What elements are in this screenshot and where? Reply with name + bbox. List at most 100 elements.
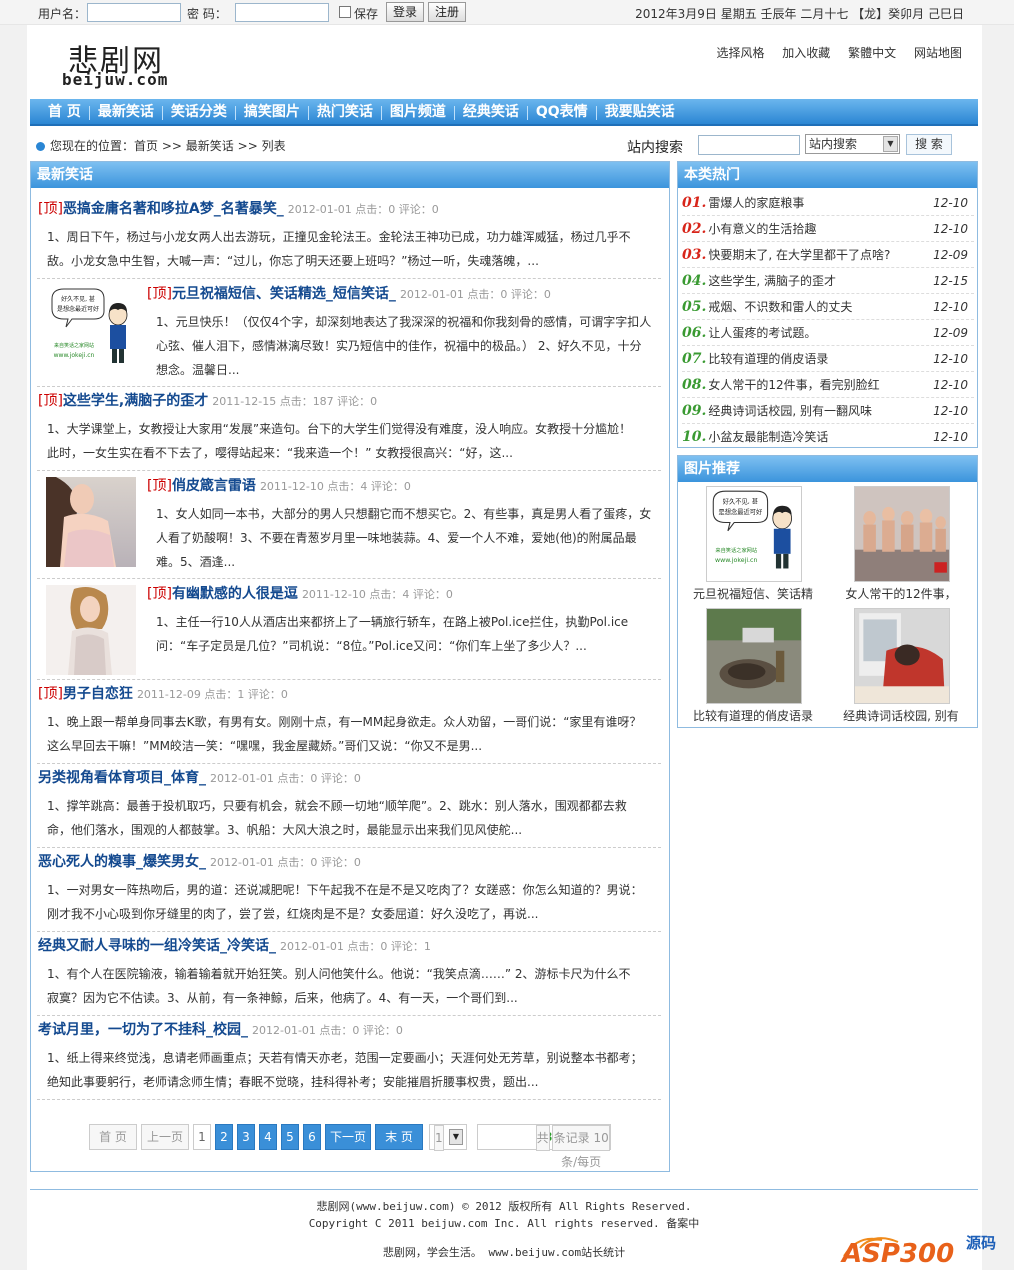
pic-caption[interactable]: 女人常干的12件事， <box>830 586 972 602</box>
asp300-watermark-logo: ASP300 源码 <box>838 1226 1006 1269</box>
search-label: 站内搜索 <box>627 140 683 156</box>
article-title[interactable]: 另类视角看体育项目_体育_ <box>38 770 206 786</box>
save-checkbox[interactable] <box>339 6 351 18</box>
pager-last[interactable]: 末 页 <box>375 1124 423 1150</box>
article-meta: 2012-01-01 点击：0 评论：0 <box>399 288 551 301</box>
cartoon-image: 好久不见, 甚 是想念最近可好 来自笑话之家网站 www.jokeji.cn <box>707 487 801 581</box>
svg-text:www.jokeji.cn: www.jokeji.cn <box>54 352 95 359</box>
pager-page[interactable]: 6 <box>303 1124 321 1150</box>
hot-item[interactable]: 03. 快要期末了, 在大学里都干了点啥? 12-09 <box>682 242 974 268</box>
pic-thumbnail[interactable] <box>854 486 950 582</box>
nav-pic-channel[interactable]: 图片频道 <box>382 99 454 125</box>
pic-thumbnail[interactable] <box>854 608 950 704</box>
pager-page[interactable]: 4 <box>259 1124 277 1150</box>
nav-home[interactable]: 首 页 <box>30 99 89 125</box>
pager-page[interactable]: 3 <box>237 1124 255 1150</box>
article-title[interactable]: 这些学生,满脑子的歪才 <box>63 393 208 409</box>
link-sitemap[interactable]: 网站地图 <box>914 46 962 60</box>
link-add-favorite[interactable]: 加入收藏 <box>782 46 830 60</box>
hot-item[interactable]: 01. 雷爆人的家庭粮事 12-10 <box>682 190 974 216</box>
breadcrumb-current: 列表 <box>261 139 286 153</box>
nav-classic[interactable]: 经典笑话 <box>455 99 527 125</box>
pic-thumbnail[interactable]: 好久不见, 甚 是想念最近可好 来自笑话之家网站 www.jokeji.cn <box>706 486 802 582</box>
photo-image <box>46 477 136 567</box>
link-traditional-chinese[interactable]: 繁體中文 <box>848 46 896 60</box>
article-item: 考试月里，一切为了不挂科_校园_ 2012-01-01 点击：0 评论：0 1、纸… <box>37 1016 661 1100</box>
article-title[interactable]: 有幽默感的人很是逗 <box>172 586 298 602</box>
search-button[interactable]: 搜 索 <box>906 134 952 155</box>
search-scope-select[interactable]: 站内搜索 ▼ <box>805 134 900 154</box>
pic-thumbnail[interactable] <box>706 608 802 704</box>
pager-page[interactable]: 5 <box>281 1124 299 1150</box>
hot-item[interactable]: 10. 小盆友最能制造冷笑话 12-10 <box>682 424 974 450</box>
svg-text:是想念最近可好: 是想念最近可好 <box>719 507 763 516</box>
nav-hot[interactable]: 热门笑话 <box>309 99 381 125</box>
pager-next[interactable]: 下一页 <box>325 1124 371 1150</box>
hot-item[interactable]: 04. 这些学生, 满脑子的歪才 12-15 <box>682 268 974 294</box>
bullet-icon <box>36 142 45 151</box>
top-links: 选择风格 加入收藏 繁體中文 网站地图 <box>702 44 962 61</box>
password-input[interactable] <box>235 3 329 22</box>
pic-item[interactable]: 经典诗词话校园, 别有 <box>826 604 976 724</box>
article-title[interactable]: 俏皮箴言雷语 <box>172 478 256 494</box>
password-label: 密 码： <box>187 7 227 21</box>
article-title[interactable]: 恶搞金庸名著和哆拉A梦_名著暴笑_ <box>63 201 284 217</box>
search-input[interactable] <box>698 135 800 155</box>
login-button[interactable]: 登录 <box>386 2 425 22</box>
hot-item[interactable]: 06. 让人蛋疼的考试题。 12-09 <box>682 320 974 346</box>
pager-page[interactable]: 2 <box>215 1124 233 1150</box>
article-item: 恶心死人的糗事_爆笑男女_ 2012-01-01 点击：0 评论：0 1、一对男女… <box>37 848 661 932</box>
svg-text:好久不见, 甚: 好久不见, 甚 <box>61 295 95 303</box>
article-summary: 1、撑竿跳高：最善于投机取巧，只要有机会，就会不顾一切地“顺竿爬”。2、跳水：别… <box>47 799 627 837</box>
save-label: 保存 <box>354 7 379 21</box>
pic-item[interactable]: 好久不见, 甚 是想念最近可好 来自笑话之家网站 www.jokeji.cn 元… <box>678 482 828 602</box>
footer-rights: Copyright C 2011 beijuw.com Inc. All rig… <box>308 1217 700 1230</box>
svg-text:来自笑话之家网站: 来自笑话之家网站 <box>715 546 757 554</box>
logo-domain[interactable]: beijuw.com <box>62 70 168 89</box>
nav-funny-pics[interactable]: 搞笑图片 <box>236 99 308 125</box>
pic-caption[interactable]: 比较有道理的俏皮语录 <box>682 708 824 724</box>
photo-image <box>855 487 949 581</box>
hot-item[interactable]: 08. 女人常干的12件事，看完别脸红 12-10 <box>682 372 974 398</box>
username-input[interactable] <box>87 3 181 22</box>
article-title[interactable]: 元旦祝福短信、笑话精选_短信笑话_ <box>172 286 396 302</box>
hot-item[interactable]: 09. 经典诗词话校园, 别有一翻风味 12-10 <box>682 398 974 424</box>
pic-caption[interactable]: 元旦祝福短信、笑话精 <box>682 586 824 602</box>
pic-item[interactable]: 比较有道理的俏皮语录 <box>678 604 828 724</box>
article-title[interactable]: 恶心死人的糗事_爆笑男女_ <box>38 854 206 870</box>
nav-latest[interactable]: 最新笑话 <box>90 99 162 125</box>
article-summary: 1、周日下午，杨过与小龙女两人出去游玩，正撞见金轮法王。金轮法王神功已成，功力雄… <box>47 230 631 268</box>
link-choose-style[interactable]: 选择风格 <box>716 46 764 60</box>
article-thumbnail[interactable] <box>46 585 136 675</box>
breadcrumb-latest[interactable]: 最新笑话 <box>186 139 234 153</box>
cartoon-image: 好久不见, 甚 是想念最近可好 来自笑话之家网站 www.jokeji.cn <box>46 285 136 375</box>
article-meta: 2011-12-10 点击：4 评论：0 <box>301 588 453 601</box>
hot-panel: 本类热门 01. 雷爆人的家庭粮事 12-10 02. 小有意义的生活拾趣 12-10 … <box>677 161 978 448</box>
hot-item[interactable]: 07. 比较有道理的俏皮语录 12-10 <box>682 346 974 372</box>
top-tag: [顶] <box>38 393 63 409</box>
hot-item[interactable]: 05. 戒烟、不识数和雷人的丈夫 12-10 <box>682 294 974 320</box>
nav-submit-joke[interactable]: 我要贴笑话 <box>597 99 683 125</box>
pic-item[interactable]: 女人常干的12件事， <box>826 482 976 602</box>
top-tag: [顶] <box>38 201 63 217</box>
article-meta: 2012-01-01 点击：0 评论：0 <box>210 772 361 785</box>
article-title[interactable]: 男子自恋狂 <box>63 686 133 702</box>
top-tag: [顶] <box>147 586 172 602</box>
article-summary: 1、有个人在医院输液，输着输着就开始狂笑。别人问他笑什么。他说：“我笑点滴……”… <box>47 967 631 1005</box>
article-title[interactable]: 经典又耐人寻味的一组冷笑话_冷笑话_ <box>38 938 276 954</box>
breadcrumb-home[interactable]: 首页 <box>134 139 158 153</box>
register-button[interactable]: 注册 <box>428 2 467 22</box>
article-title[interactable]: 考试月里，一切为了不挂科_校园_ <box>38 1022 248 1038</box>
article-thumbnail[interactable]: 好久不见, 甚 是想念最近可好 来自笑话之家网站 www.jokeji.cn <box>46 285 136 375</box>
main-nav: 首 页 最新笑话 笑话分类 搞笑图片 热门笑话 图片频道 经典笑话 QQ表情 我… <box>30 99 978 126</box>
article-thumbnail[interactable] <box>46 477 136 567</box>
pager-prev[interactable]: 上一页 <box>141 1124 189 1150</box>
article-item: 好久不见, 甚 是想念最近可好 来自笑话之家网站 www.jokeji.cn [… <box>37 279 661 387</box>
article-summary: 1、大学课堂上，女教授让大家用“发展”来造句。台下的大学生们觉得没有难度，没人响… <box>47 422 632 460</box>
hot-item[interactable]: 02. 小有意义的生活拾趣 12-10 <box>682 216 974 242</box>
nav-qq-emoticons[interactable]: QQ表情 <box>528 99 596 125</box>
pager-select[interactable]: 1 ▼ <box>429 1124 467 1151</box>
nav-category[interactable]: 笑话分类 <box>163 99 235 125</box>
pic-caption[interactable]: 经典诗词话校园, 别有 <box>830 708 972 724</box>
pager-first[interactable]: 首 页 <box>89 1124 137 1150</box>
